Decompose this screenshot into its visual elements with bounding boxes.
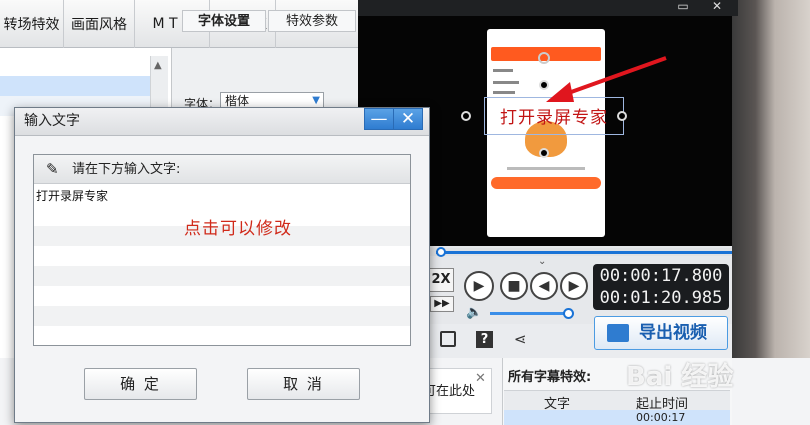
effects-table-row[interactable]: 00:00:17: [504, 410, 730, 425]
previous-frame-icon[interactable]: ◀: [530, 272, 558, 300]
annotation-text: 点击可以修改: [184, 219, 292, 239]
input-prompt: ✎ 请在下方输入文字:: [34, 155, 410, 184]
minimize-button[interactable]: —: [364, 108, 394, 130]
effects-panel-header: 所有字幕特效:: [508, 370, 592, 385]
current-time: 00:00:17.800: [599, 266, 723, 286]
timeline-progress: [436, 251, 732, 254]
font-select-value: 楷体: [225, 94, 250, 108]
close-icon[interactable]: ✕: [475, 371, 486, 386]
resize-handle-right[interactable]: [617, 111, 627, 121]
input-line: [34, 306, 410, 326]
stop-icon[interactable]: ■: [500, 272, 528, 300]
share-icon[interactable]: ⋖: [514, 330, 527, 348]
next-frame-icon[interactable]: ▶: [560, 272, 588, 300]
save-icon[interactable]: [440, 331, 456, 347]
input-prompt-label: 请在下方输入文字:: [72, 162, 181, 177]
close-button[interactable]: ✕: [393, 108, 423, 130]
hint-text: 可在此处: [423, 384, 476, 399]
cancel-button[interactable]: 取 消: [247, 368, 360, 400]
row-time: 00:00:17: [636, 411, 686, 424]
export-icon: [607, 324, 629, 342]
volume-slider[interactable]: [490, 312, 570, 315]
scroll-up-icon[interactable]: ▲: [154, 60, 162, 71]
help-icon[interactable]: ?: [476, 331, 493, 348]
effects-table-header: 文字 起止时间: [504, 390, 730, 412]
export-video-label: 导出视频: [639, 323, 707, 343]
export-video-button[interactable]: 导出视频: [594, 316, 728, 350]
edit-icon: ✎: [46, 160, 59, 178]
volume-icon[interactable]: 🔈: [466, 305, 482, 320]
resize-handle-left[interactable]: [461, 111, 471, 121]
fast-forward-icon[interactable]: ▶▶: [430, 296, 454, 312]
total-time: 00:01:20.985: [599, 288, 723, 308]
time-display: 00:00:17.800 00:01:20.985: [593, 264, 729, 310]
menu-transition-effects[interactable]: 转场特效: [0, 0, 64, 48]
play-icon[interactable]: ▶: [464, 271, 494, 301]
chevron-down-icon[interactable]: ⌄: [538, 256, 546, 267]
ok-button[interactable]: 确 定: [84, 368, 197, 400]
close-icon[interactable]: ✕: [704, 0, 730, 12]
speed-button[interactable]: 2X: [428, 268, 454, 292]
resize-handle-bottom[interactable]: [539, 148, 549, 158]
list-item-selected[interactable]: [0, 76, 150, 96]
input-value[interactable]: 打开录屏专家: [36, 187, 108, 204]
menu-picture-style[interactable]: 画面风格: [64, 0, 135, 48]
volume-thumb[interactable]: [563, 308, 574, 319]
input-line: [34, 266, 410, 286]
watermark-logo: Bai 经验: [626, 362, 734, 392]
timeline-thumb[interactable]: [436, 247, 446, 257]
tab-effect-params[interactable]: 特效参数: [268, 10, 356, 32]
tab-font-settings[interactable]: 字体设置: [182, 10, 266, 32]
red-arrow-icon: [546, 56, 667, 102]
restore-icon[interactable]: ▭: [670, 0, 696, 12]
